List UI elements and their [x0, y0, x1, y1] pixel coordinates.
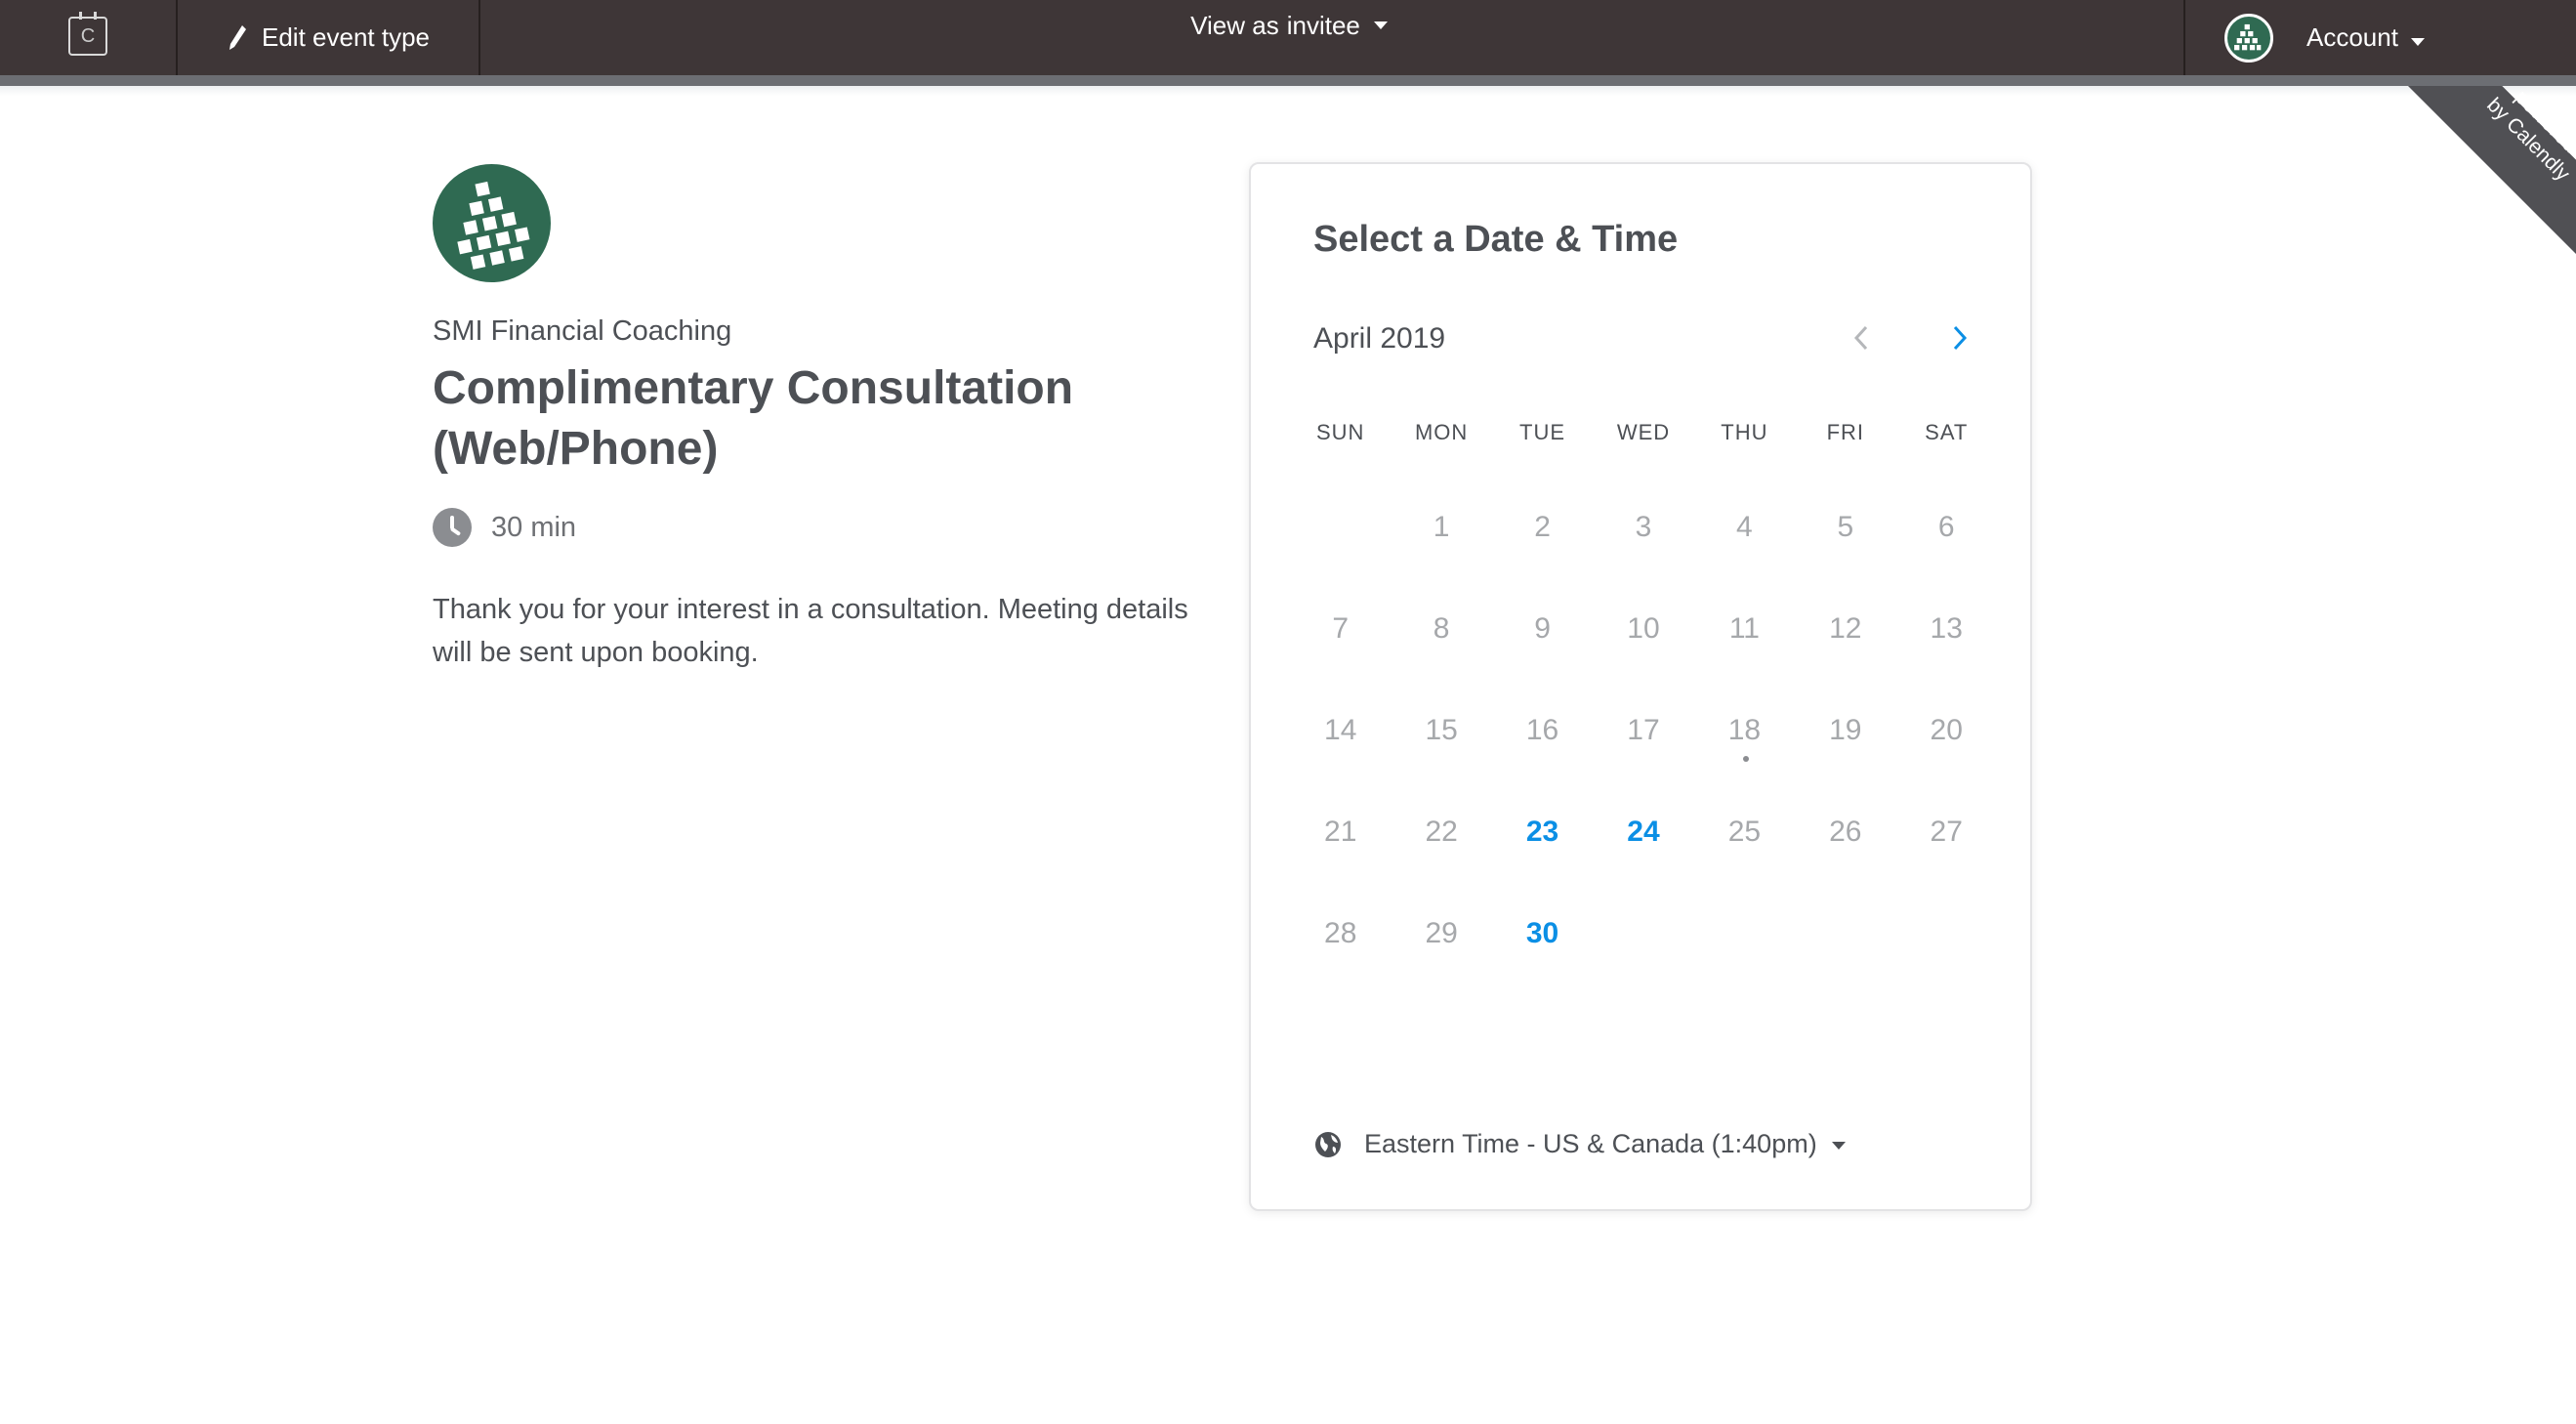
calendar-week-row: 21 22 23 24 25 26 27: [1290, 781, 1997, 883]
calendar-day-unavailable: 19: [1829, 714, 1862, 746]
calendar-day-unavailable: 16: [1525, 714, 1559, 746]
calendly-home-button[interactable]: C: [0, 0, 178, 75]
chevron-down-icon: [1832, 1141, 1847, 1150]
calendar-day-unavailable: 27: [1930, 816, 1963, 848]
weekday-label: SUN: [1315, 420, 1365, 444]
duration-label: 30 min: [491, 511, 577, 543]
calendar-day-unavailable: 4: [1736, 511, 1753, 543]
month-label: April 2019: [1313, 322, 1446, 355]
timezone-label: Eastern Time - US & Canada (1:40pm): [1364, 1129, 1817, 1158]
timezone-selector[interactable]: Eastern Time - US & Canada (1:40pm): [1313, 1129, 1847, 1159]
calendar-week-row: 7 8 9 10 11 12 13: [1290, 578, 1997, 680]
account-label: Account: [2306, 22, 2398, 52]
topbar-divider: [0, 75, 2576, 86]
weekday-label: MON: [1414, 420, 1469, 444]
calendar-day-unavailable: 2: [1534, 511, 1551, 543]
pyramid-logo-icon: [457, 181, 530, 270]
top-navigation-bar: C Edit event type View as invitee Accoun…: [0, 0, 2576, 75]
chevron-right-icon: [1953, 325, 1968, 351]
calendar-day-unavailable: 5: [1837, 511, 1854, 543]
weekday-label: WED: [1616, 420, 1671, 444]
calendar-day-today: 18: [1694, 680, 1795, 781]
calendar-day-available[interactable]: 24: [1593, 781, 1693, 883]
calendar-day-unavailable: 17: [1627, 714, 1660, 746]
topbar-shadow: [0, 86, 2576, 96]
calendar-day-unavailable: 11: [1728, 612, 1760, 645]
calendar-day-unavailable: 1: [1433, 511, 1450, 543]
calendar-empty-cell: [1795, 883, 1895, 984]
calendar-day-unavailable: 13: [1930, 612, 1963, 645]
view-as-prefix: View as: [1190, 10, 1279, 40]
logo-letter: C: [80, 24, 96, 47]
calendar-day-unavailable: 29: [1425, 917, 1458, 949]
weekday-label: TUE: [1519, 420, 1566, 444]
weekday-label: SAT: [1925, 420, 1969, 444]
calendar-empty-cell: [1290, 477, 1391, 578]
chevron-down-icon: [2411, 38, 2426, 46]
organization-name: SMI Financial Coaching: [433, 315, 732, 347]
event-description: Thank you for your interest in a consult…: [433, 594, 1188, 668]
picker-heading: Select a Date & Time: [1313, 219, 1679, 260]
chevron-left-icon: [1853, 325, 1868, 351]
calendar-empty-cell: [1694, 883, 1795, 984]
weekday-label: THU: [1721, 420, 1768, 444]
calendar-day-unavailable: 9: [1534, 612, 1551, 645]
calendar-empty-cell: [1593, 883, 1693, 984]
account-menu[interactable]: Account: [2183, 0, 2576, 75]
chevron-down-icon: [1373, 21, 1388, 29]
pencil-icon: [229, 24, 246, 50]
avatar: [2224, 13, 2273, 63]
weekday-label: FRI: [1826, 420, 1865, 444]
calendar-day-unavailable: 10: [1627, 612, 1660, 645]
calendar-day-available[interactable]: 23: [1492, 781, 1593, 883]
event-title: Complimentary Consultation (Web/Phone): [433, 362, 1074, 475]
calendar-week-row: 14 15 16 17 18 19 20: [1290, 680, 1997, 781]
clock-icon: [433, 508, 472, 547]
calendar-week-row: 1 2 3 4 5 6: [1290, 477, 1997, 578]
event-duration: 30 min: [433, 508, 576, 547]
calendar-day-available[interactable]: 30: [1492, 883, 1593, 984]
pyramid-logo-icon: [2234, 23, 2262, 50]
calendar-day-unavailable: 21: [1324, 816, 1357, 848]
view-as-value: invitee: [1286, 10, 1360, 40]
calendar-logo-icon: C: [68, 11, 107, 56]
next-month-button[interactable]: [1940, 318, 1979, 357]
calendar-day-unavailable: 25: [1727, 816, 1762, 848]
calendar-day-unavailable: 14: [1324, 714, 1357, 746]
edit-event-type-label: Edit event type: [262, 22, 430, 52]
edit-event-type-button[interactable]: Edit event type: [178, 0, 480, 75]
calendar-day-unavailable: 8: [1433, 612, 1450, 645]
previous-month-button[interactable]: [1842, 318, 1881, 357]
calendar-grid: 1 2 3 4 5 6 7 8 9 10 11 12 13 14 15 16 17 18 19 20 21 22 23 24 2…: [1290, 477, 1997, 984]
calendar-day-unavailable: 26: [1829, 816, 1862, 848]
weekday-header: SUN MON TUE WED THU FRI SAT: [1290, 420, 1997, 445]
calendar-empty-cell: [1896, 883, 1997, 984]
powered-by-calendly-badge[interactable]: powered by Calendly: [2408, 86, 2576, 254]
calendar-day-unavailable: 28: [1324, 917, 1357, 949]
calendar-day-unavailable: 7: [1332, 612, 1350, 645]
view-as-dropdown[interactable]: View as invitee: [1123, 0, 1455, 51]
calendar-day-unavailable: 6: [1937, 511, 1955, 543]
calendar-day-unavailable: 12: [1829, 612, 1862, 645]
globe-icon: [1315, 1131, 1341, 1157]
date-time-picker: Select a Date & Time April 2019 SUN MON …: [1249, 162, 2032, 1211]
calendar-day-unavailable: 20: [1930, 714, 1963, 746]
calendar-week-row: 28 29 30: [1290, 883, 1997, 984]
organization-logo: [433, 164, 551, 282]
calendar-day-unavailable: 15: [1425, 714, 1458, 746]
calendar-day-unavailable: 3: [1635, 511, 1652, 543]
calendar-day-unavailable: 22: [1425, 816, 1458, 848]
